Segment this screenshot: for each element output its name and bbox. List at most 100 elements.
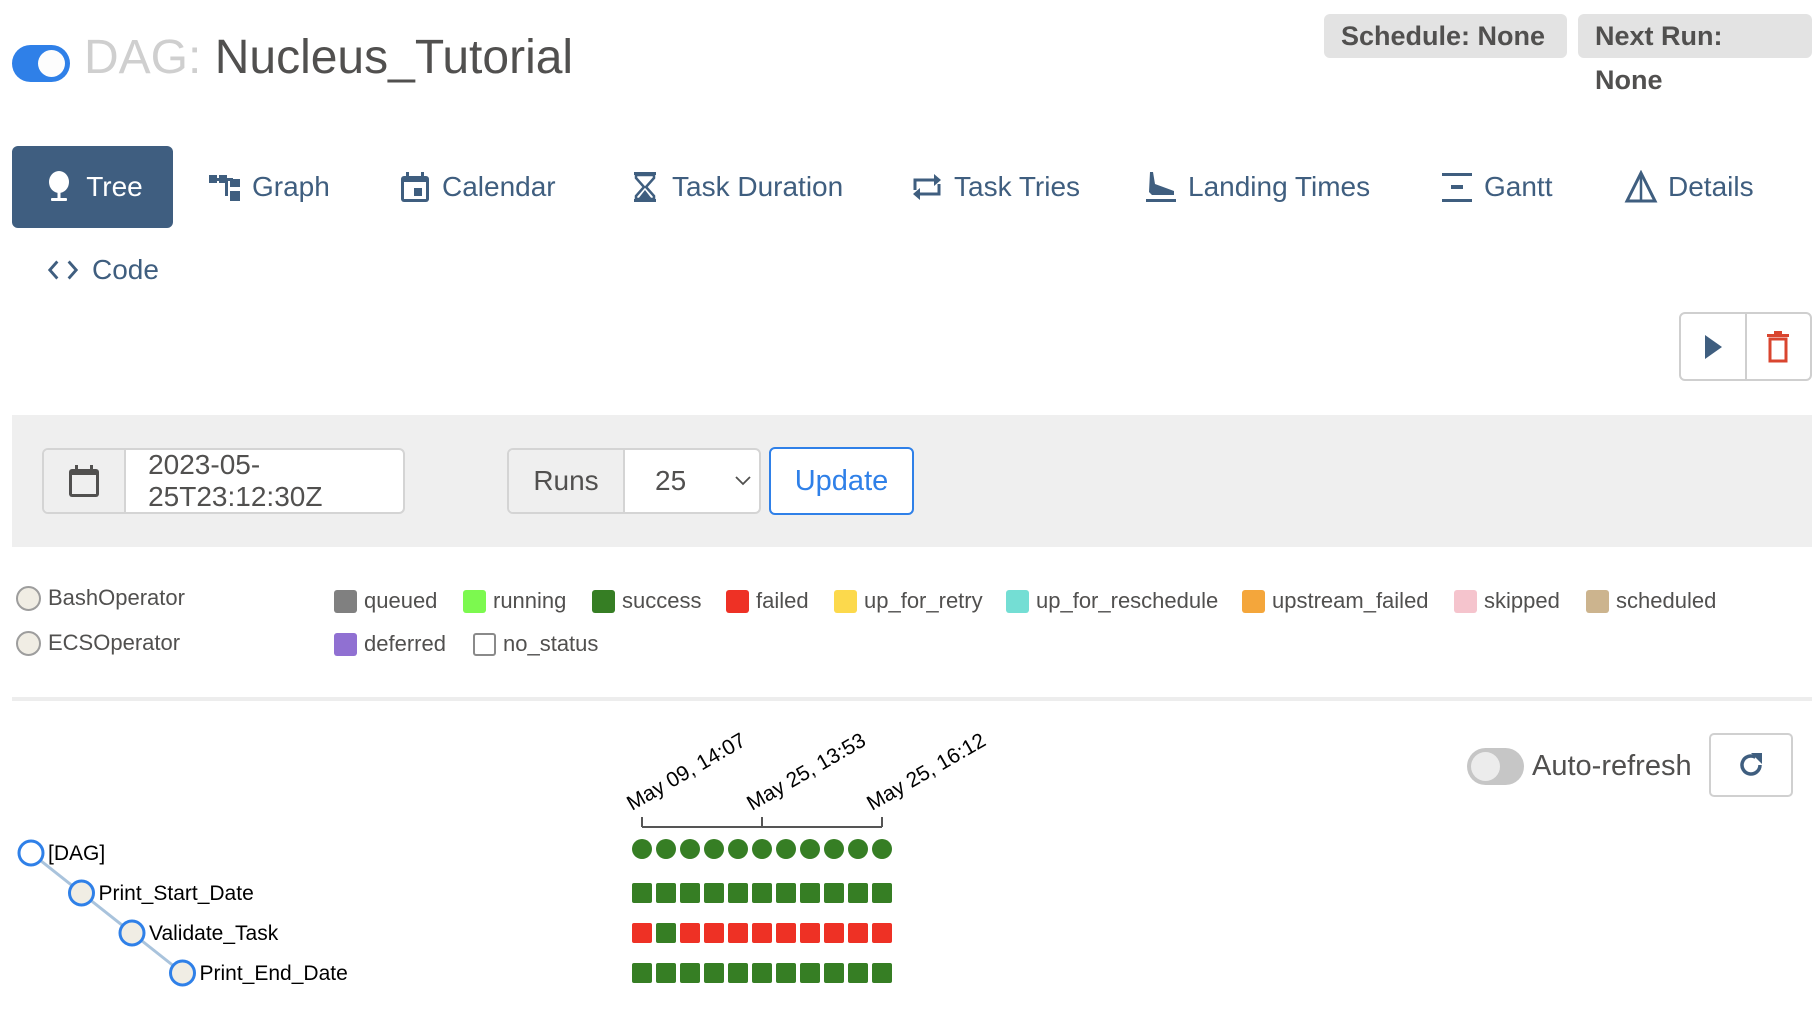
task-instance-square[interactable] xyxy=(728,923,748,943)
update-button[interactable]: Update xyxy=(769,447,914,515)
calendar-addon[interactable] xyxy=(44,450,127,512)
task-instance-square[interactable] xyxy=(824,963,844,983)
task-instance-square[interactable] xyxy=(848,923,868,943)
task-instance-square[interactable] xyxy=(680,963,700,983)
task-instance-square[interactable] xyxy=(728,883,748,903)
task-instance-square[interactable] xyxy=(704,963,724,983)
task-instance-square[interactable] xyxy=(704,883,724,903)
tab-gantt[interactable]: Gantt xyxy=(1440,146,1552,228)
task-node[interactable] xyxy=(68,879,95,907)
dag-run-circle[interactable] xyxy=(632,839,652,859)
state-label: upstream_failed xyxy=(1272,588,1429,613)
task-instance-square[interactable] xyxy=(728,963,748,983)
tab-label: Graph xyxy=(252,171,330,202)
date-label: May 25, 16:12 xyxy=(863,729,990,815)
tab-details[interactable]: Details xyxy=(1624,146,1754,228)
dag-run-circle[interactable] xyxy=(800,839,820,859)
dag-run-circle[interactable] xyxy=(704,839,724,859)
dag-pause-toggle[interactable] xyxy=(12,45,70,82)
tab-task-tries[interactable]: Task Tries xyxy=(910,146,1080,228)
runs-select[interactable]: 25 xyxy=(625,450,759,512)
task-instance-square[interactable] xyxy=(776,923,796,943)
tab-task-duration[interactable]: Task Duration xyxy=(628,146,843,228)
dag-run-circle[interactable] xyxy=(848,839,868,859)
task-instance-square[interactable] xyxy=(632,923,652,943)
dag-run-circle[interactable] xyxy=(656,839,676,859)
state-color-swatch xyxy=(1586,589,1609,613)
task-instance-square[interactable] xyxy=(656,883,676,903)
tab-graph[interactable]: Graph xyxy=(208,146,330,228)
auto-refresh-label: Auto-refresh xyxy=(1532,750,1692,782)
state-label: failed xyxy=(756,588,809,613)
next-run-badge: Next Run: None xyxy=(1578,14,1812,95)
task-instance-square[interactable] xyxy=(704,923,724,943)
state-legend-upstream-failed: upstream_failed xyxy=(1242,588,1429,614)
dag-run-circle[interactable] xyxy=(824,839,844,859)
toggle-knob xyxy=(1471,752,1500,781)
operator-legend-ecs: ECSOperator xyxy=(16,630,180,656)
tab-label: Landing Times xyxy=(1188,171,1371,202)
task-instance-square[interactable] xyxy=(872,923,892,943)
operator-circle-icon xyxy=(16,585,41,611)
dag-run-circle[interactable] xyxy=(728,839,748,859)
dag-prefix: DAG: xyxy=(84,31,202,84)
delete-dag-button[interactable] xyxy=(1744,314,1811,379)
tab-landing-times[interactable]: Landing Times xyxy=(1144,146,1370,228)
base-date-input[interactable]: 2023-05-25T23:12:30Z xyxy=(126,450,403,512)
task-instance-square[interactable] xyxy=(680,883,700,903)
task-instance-square[interactable] xyxy=(752,883,772,903)
task-instance-square[interactable] xyxy=(656,963,676,983)
task-instance-square[interactable] xyxy=(824,883,844,903)
dag-run-circle[interactable] xyxy=(752,839,772,859)
trash-icon xyxy=(1767,330,1790,362)
task-instance-square[interactable] xyxy=(680,923,700,943)
state-label: no_status xyxy=(503,631,599,656)
tree-view: [DAG] Print_Start_Date Validate_Task Print_… xyxy=(17,729,990,987)
state-color-swatch xyxy=(726,589,749,613)
toggle-knob xyxy=(38,50,65,77)
state-label: skipped xyxy=(1484,588,1560,613)
tab-tree[interactable]: Tree xyxy=(12,146,173,228)
tab-code[interactable]: Code xyxy=(46,230,159,310)
dag-node[interactable] xyxy=(17,839,45,867)
state-label: up_for_reschedule xyxy=(1036,588,1219,613)
dag-run-circle[interactable] xyxy=(680,839,700,859)
tab-label: Calendar xyxy=(442,171,556,202)
state-color-swatch xyxy=(1454,589,1477,613)
task-instance-square[interactable] xyxy=(632,883,652,903)
refresh-button[interactable] xyxy=(1709,733,1793,797)
task-instance-square[interactable] xyxy=(656,923,676,943)
runs-group: Runs 25 xyxy=(507,448,761,514)
task-instance-square[interactable] xyxy=(752,963,772,983)
tab-label: Task Tries xyxy=(954,171,1081,202)
task-instance-square[interactable] xyxy=(632,963,652,983)
gantt-icon xyxy=(1440,170,1474,204)
tree-node-label: Print_End_Date xyxy=(200,962,348,985)
state-label: success xyxy=(622,588,702,613)
dag-name: Nucleus_Tutorial xyxy=(214,31,574,84)
task-instance-square[interactable] xyxy=(848,963,868,983)
task-node[interactable] xyxy=(169,959,196,987)
state-label: running xyxy=(493,588,567,613)
task-instance-square[interactable] xyxy=(848,883,868,903)
trigger-dag-button[interactable] xyxy=(1681,314,1745,379)
auto-refresh-toggle[interactable] xyxy=(1467,748,1524,785)
task-instance-square[interactable] xyxy=(800,883,820,903)
task-instance-square[interactable] xyxy=(872,883,892,903)
date-label: May 09, 14:07 xyxy=(623,729,750,815)
task-instance-square[interactable] xyxy=(752,923,772,943)
task-instance-square[interactable] xyxy=(824,923,844,943)
calendar-icon xyxy=(398,170,432,204)
graph-icon xyxy=(208,170,242,204)
state-color-swatch xyxy=(473,632,496,656)
dag-run-circle[interactable] xyxy=(872,839,892,859)
state-legend-success: success xyxy=(592,588,701,614)
task-instance-square[interactable] xyxy=(776,883,796,903)
task-instance-square[interactable] xyxy=(800,923,820,943)
tab-calendar[interactable]: Calendar xyxy=(398,146,556,228)
task-instance-square[interactable] xyxy=(776,963,796,983)
task-node[interactable] xyxy=(118,919,146,947)
task-instance-square[interactable] xyxy=(800,963,820,983)
dag-run-circle[interactable] xyxy=(776,839,796,859)
task-instance-square[interactable] xyxy=(872,963,892,983)
